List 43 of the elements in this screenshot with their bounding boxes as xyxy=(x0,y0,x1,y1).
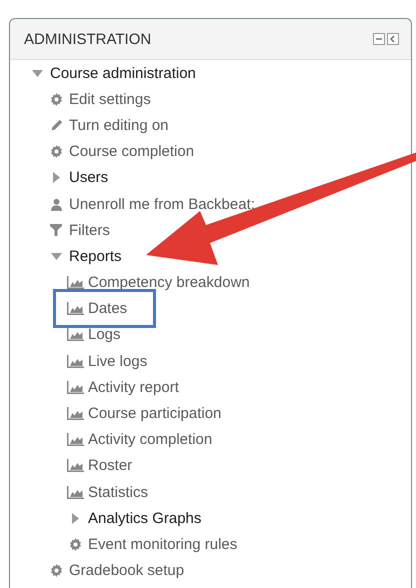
tree-item-link[interactable]: Gradebook setup xyxy=(69,562,184,580)
tree-item-link[interactable]: Course participation xyxy=(88,405,222,422)
tree-item-link[interactable]: Live logs xyxy=(88,352,148,370)
tree-item-link[interactable]: Dates xyxy=(56,292,154,326)
chart-icon xyxy=(66,380,84,394)
tree-item-link[interactable]: Filters xyxy=(69,222,110,239)
person-icon xyxy=(50,198,62,211)
tree-branch-label[interactable]: Analytics Graphs xyxy=(88,510,202,527)
collapse-icon[interactable] xyxy=(373,33,385,45)
filter-icon xyxy=(50,224,62,236)
chart-icon xyxy=(66,433,84,446)
chart-icon xyxy=(66,328,84,342)
chart-icon xyxy=(66,486,84,499)
tree-branch-label[interactable]: Users xyxy=(69,169,108,186)
tree-item-link[interactable]: Unenroll me from Backbeat; xyxy=(69,196,255,213)
tree-item-link[interactable]: Competency breakdown xyxy=(88,274,250,292)
block-title: ADMINISTRATION xyxy=(24,30,152,48)
tree-item-link[interactable]: Activity report xyxy=(88,378,179,396)
gear-icon xyxy=(68,538,82,551)
tree-item-link[interactable]: Edit settings xyxy=(69,90,151,108)
tree-item-link[interactable]: Event monitoring rules xyxy=(88,536,238,553)
tree-item-link[interactable]: Logs xyxy=(88,326,121,344)
chart-icon xyxy=(66,276,84,290)
tree-item-link[interactable]: Turn editing on xyxy=(69,116,169,134)
tree-item-link[interactable]: Roster xyxy=(88,457,132,474)
chart-icon xyxy=(66,302,84,316)
chart-icon xyxy=(66,407,84,420)
expanded-triangle-icon[interactable] xyxy=(32,70,42,77)
collapsed-triangle-icon[interactable] xyxy=(52,172,60,184)
tree-branch-label[interactable]: Course administration xyxy=(50,64,196,82)
gear-icon xyxy=(50,564,62,578)
chart-icon xyxy=(66,459,84,472)
collapsed-triangle-icon[interactable] xyxy=(72,512,78,524)
expanded-triangle-icon[interactable] xyxy=(50,252,62,260)
chart-icon xyxy=(66,354,84,368)
tree-item-link[interactable]: Course completion xyxy=(69,143,194,160)
gear-icon xyxy=(50,92,62,106)
pencil-icon xyxy=(50,118,62,132)
tree-item-link[interactable]: Statistics xyxy=(88,484,148,501)
dock-icon[interactable] xyxy=(387,33,399,45)
tree-branch-label[interactable]: Reports xyxy=(69,248,122,265)
gear-icon xyxy=(50,145,62,158)
tree-item-link[interactable]: Activity completion xyxy=(88,431,212,448)
